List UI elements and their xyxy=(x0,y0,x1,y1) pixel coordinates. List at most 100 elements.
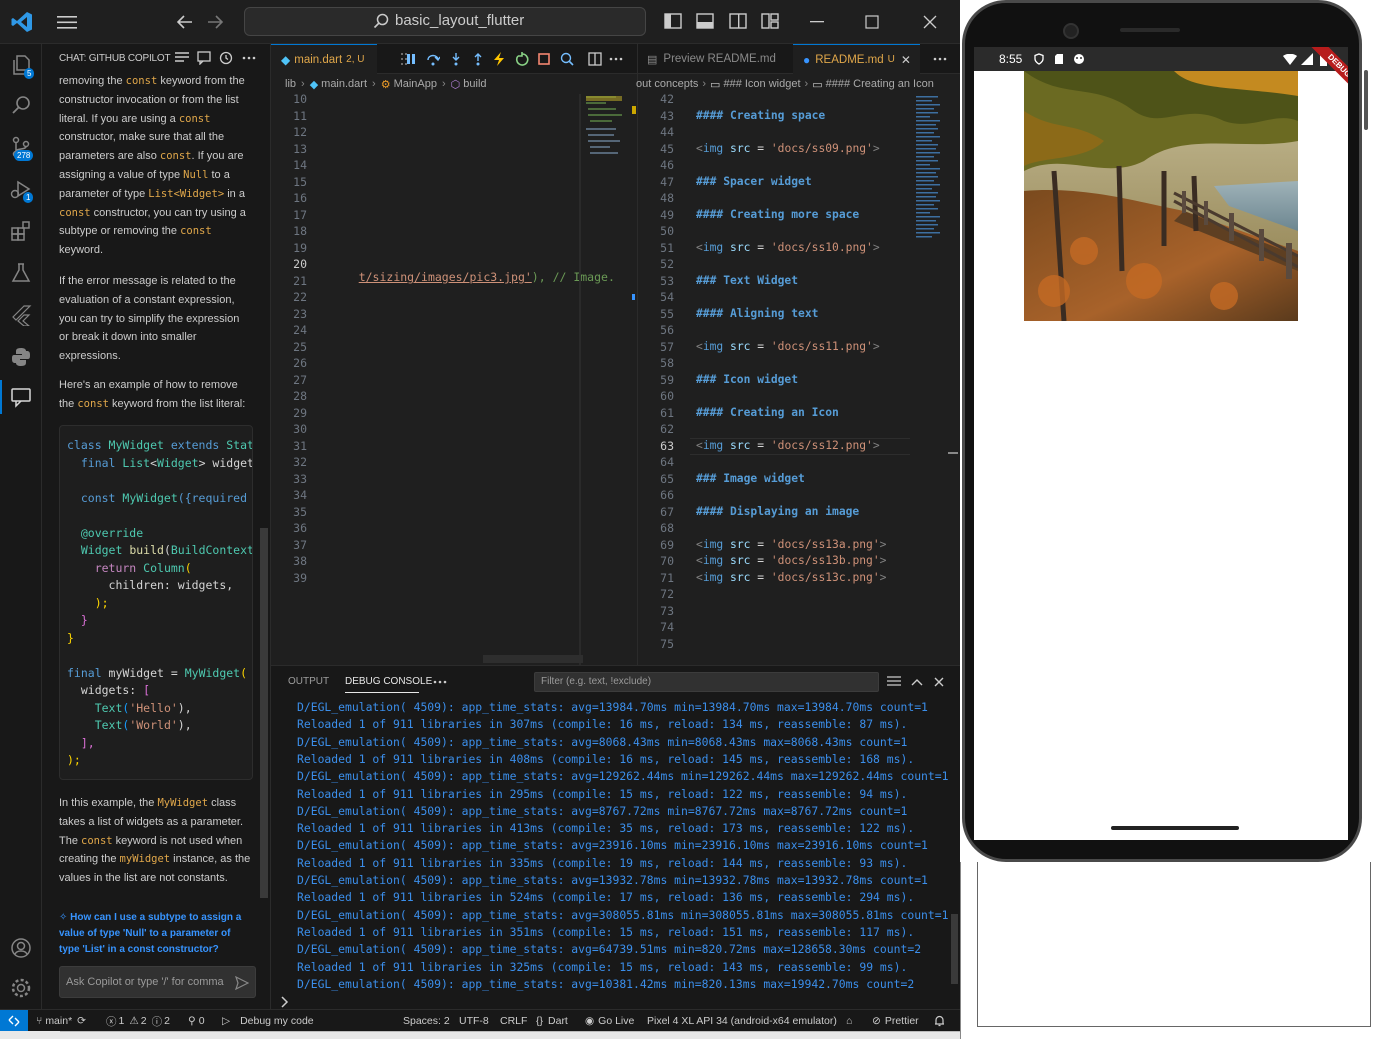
image-path-link[interactable]: t/sizing/images/pic3.jpg' xyxy=(359,270,532,284)
followup-suggestion[interactable]: ✧ How can I use a subtype to assign a va… xyxy=(59,910,259,958)
inspect-widget-icon[interactable] xyxy=(559,51,575,67)
search-view-icon[interactable] xyxy=(8,92,34,118)
restart-icon[interactable] xyxy=(514,51,530,67)
stop-icon[interactable] xyxy=(536,51,552,67)
editor-more-icon[interactable] xyxy=(608,51,624,67)
markdown-line[interactable]: <img src = 'docs/ss09.png'> xyxy=(696,142,880,155)
breadcrumb-subheading[interactable]: #### Creating an Icon xyxy=(826,78,934,90)
home-gesture-handle[interactable] xyxy=(1111,826,1239,830)
run-debug-icon[interactable]: 1 xyxy=(8,176,34,203)
more-actions-icon[interactable] xyxy=(241,50,257,66)
toggle-sidebar-icon[interactable] xyxy=(662,10,684,32)
extensions-icon[interactable] xyxy=(8,218,34,244)
panel-more-icon[interactable] xyxy=(432,674,448,690)
ports-item[interactable]: ⚲ 0 xyxy=(188,1010,205,1032)
close-window-icon[interactable] xyxy=(918,10,942,34)
toggle-secondary-sidebar-icon[interactable] xyxy=(727,10,749,32)
device-item[interactable]: Pixel 4 XL API 34 (android-x64 emulator) xyxy=(647,1010,837,1032)
clear-console-icon[interactable] xyxy=(886,674,902,690)
markdown-line[interactable]: #### Creating space xyxy=(696,109,825,122)
markdown-line[interactable]: ### Spacer widget xyxy=(696,175,812,188)
tab-readme[interactable]: ● README.md U ✕ xyxy=(793,44,920,74)
flutter-icon[interactable] xyxy=(8,302,34,328)
breadcrumb-class[interactable]: MainApp xyxy=(394,78,437,90)
remote-button[interactable] xyxy=(0,1010,28,1032)
hot-reload-icon[interactable] xyxy=(491,51,507,67)
tab-close-icon[interactable]: ✕ xyxy=(901,53,911,67)
markdown-line[interactable]: <img src = 'docs/ss12.png'> xyxy=(696,439,880,452)
markdown-line[interactable]: ### Icon widget xyxy=(696,373,798,386)
account-icon[interactable] xyxy=(8,935,34,961)
markdown-line[interactable]: ### Text Widget xyxy=(696,274,798,287)
notifications-icon[interactable] xyxy=(934,1010,945,1032)
sync-icon[interactable]: ⟳ xyxy=(77,1015,86,1027)
markdown-line[interactable]: <img src = 'docs/ss13c.png'> xyxy=(696,571,886,584)
pause-icon[interactable] xyxy=(403,51,419,67)
readme-scrollbar[interactable] xyxy=(948,452,958,454)
command-center-search[interactable]: basic_layout_flutter xyxy=(244,7,646,36)
editor2-more-icon[interactable] xyxy=(932,51,948,67)
markdown-line[interactable]: <img src = 'docs/ss13a.png'> xyxy=(696,538,886,551)
indentation-item[interactable]: Spaces: 2 xyxy=(403,1010,450,1032)
markdown-line[interactable]: #### Creating an Icon xyxy=(696,406,839,419)
encoding-item[interactable]: UTF-8 xyxy=(459,1010,489,1032)
new-chat-icon[interactable] xyxy=(196,50,212,66)
explorer-icon[interactable]: 5 xyxy=(8,52,35,79)
customize-layout-icon[interactable] xyxy=(759,10,781,32)
menu-icon[interactable] xyxy=(55,10,79,34)
toggle-panel-icon[interactable] xyxy=(694,10,716,32)
forward-arrow-icon[interactable] xyxy=(204,10,228,34)
markdown-line[interactable]: <img src = 'docs/ss13b.png'> xyxy=(696,554,886,567)
step-over-icon[interactable] xyxy=(425,51,441,67)
step-into-icon[interactable] xyxy=(448,51,464,67)
filter-input[interactable]: Filter (e.g. text, !exclude) xyxy=(534,672,879,692)
minimap[interactable] xyxy=(581,94,631,174)
maximize-panel-icon[interactable] xyxy=(909,674,925,690)
testing-flask-icon[interactable] xyxy=(8,260,34,286)
markdown-token: img xyxy=(702,240,724,254)
markdown-line[interactable]: #### Displaying an image xyxy=(696,505,859,518)
send-icon[interactable] xyxy=(234,975,250,991)
markdown-line[interactable]: ### Image widget xyxy=(696,472,805,485)
minimap-slider[interactable] xyxy=(579,94,581,665)
split-editor-icon[interactable] xyxy=(587,51,603,67)
debug-item[interactable]: ▷ Debug my code xyxy=(222,1010,314,1032)
readme-minimap[interactable] xyxy=(914,94,944,244)
branch-item[interactable]: ⑂ main* ⟳ xyxy=(36,1010,86,1032)
language-item[interactable]: {} Dart xyxy=(536,1010,568,1032)
markdown-line[interactable]: #### Aligning text xyxy=(696,307,818,320)
code-line-20[interactable]: t/sizing/images/pic3.jpg'), // Image. xyxy=(331,256,615,298)
markdown-line[interactable]: <img src = 'docs/ss10.png'> xyxy=(696,241,880,254)
chat-icon[interactable] xyxy=(8,384,34,410)
copilot-status-icon[interactable]: ⌂ xyxy=(846,1010,852,1032)
minimize-icon[interactable] xyxy=(805,10,829,34)
chat-input-box[interactable]: Ask Copilot or type '/' for comma xyxy=(59,966,256,998)
tab-preview-readme[interactable]: ▤ Preview README.md xyxy=(638,44,793,74)
breadcrumb-lib[interactable]: lib xyxy=(285,78,296,90)
console-scrollbar[interactable] xyxy=(951,914,958,984)
python-icon[interactable] xyxy=(8,344,34,370)
go-live-item[interactable]: ◉ Go Live xyxy=(585,1010,634,1032)
breadcrumb-file[interactable]: main.dart xyxy=(321,78,367,90)
breadcrumb-heading[interactable]: ### Icon widget xyxy=(723,78,800,90)
problems-item[interactable]: ⓧ 1 ⚠ 2 ⓘ 2 xyxy=(106,1010,170,1032)
maximize-icon[interactable] xyxy=(860,10,884,34)
source-control-icon[interactable]: 278 xyxy=(8,134,34,161)
back-arrow-icon[interactable] xyxy=(172,10,196,34)
close-panel-icon[interactable] xyxy=(931,674,947,690)
console-prompt-icon[interactable] xyxy=(277,994,293,1010)
history-icon[interactable] xyxy=(218,50,234,66)
tab-debug-console[interactable]: DEBUG CONSOLE xyxy=(345,676,432,687)
breadcrumb-method[interactable]: build xyxy=(463,78,486,90)
breadcrumb-section[interactable]: out concepts xyxy=(636,78,698,90)
horizontal-scrollbar[interactable] xyxy=(483,655,583,663)
markdown-line[interactable]: <img src = 'docs/ss11.png'> xyxy=(696,340,880,353)
chat-list-icon[interactable] xyxy=(174,50,190,66)
tab-main-dart[interactable]: ◆ main.dart 2, U xyxy=(271,44,377,74)
eol-item[interactable]: CRLF xyxy=(500,1010,527,1032)
settings-gear-icon[interactable] xyxy=(8,975,34,1001)
tab-output[interactable]: OUTPUT xyxy=(288,676,329,687)
markdown-line[interactable]: #### Creating more space xyxy=(696,208,859,221)
prettier-item[interactable]: ⊘ Prettier xyxy=(872,1010,919,1032)
step-out-icon[interactable] xyxy=(470,51,486,67)
